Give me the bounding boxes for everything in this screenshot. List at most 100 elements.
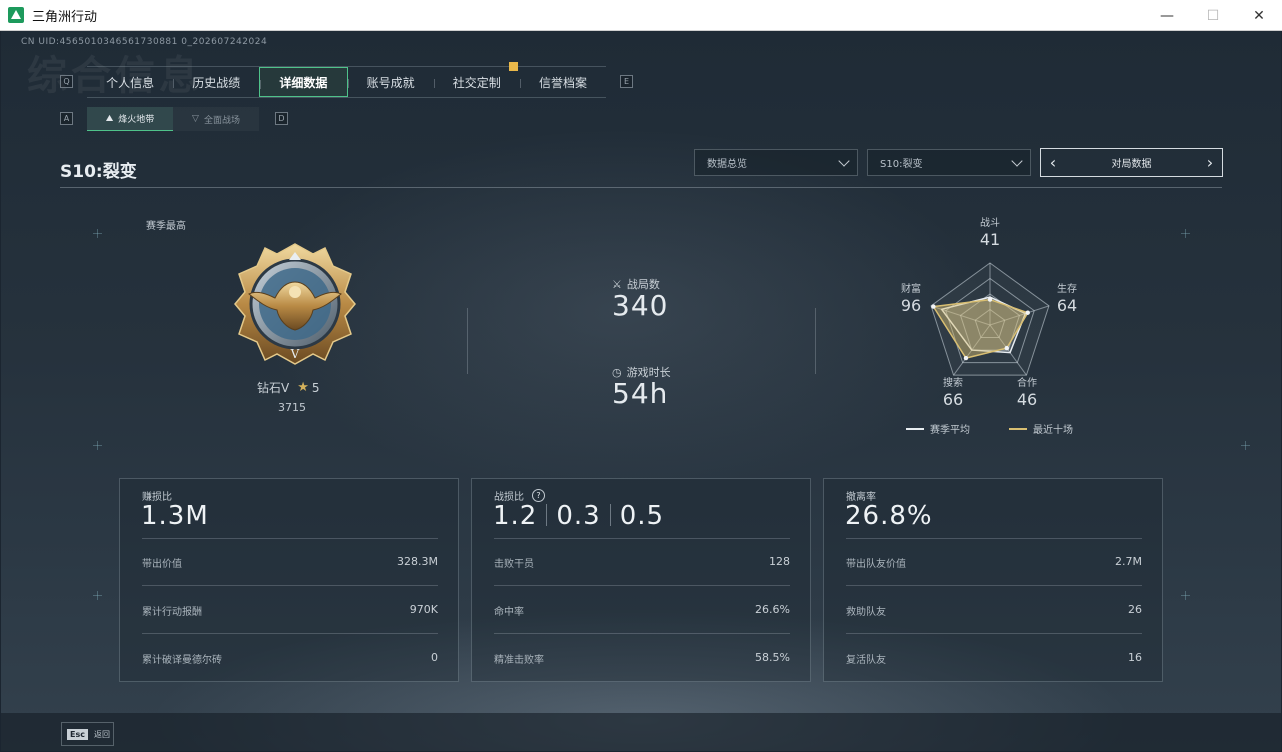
minimize-button[interactable]: — [1144, 0, 1190, 31]
kd-value-2: 0.3 [556, 501, 601, 531]
row-label: 复活队友 [846, 655, 886, 666]
season-dropdown[interactable]: S10:裂变 [867, 149, 1031, 176]
rank-tier-label: 钻石V [257, 381, 290, 395]
matches-value: 340 [612, 289, 669, 322]
footer-bar: Esc 返回 [1, 713, 1281, 751]
card-row: 救助队友 26 [846, 603, 1142, 618]
card-row: 带出价值 328.3M [142, 555, 438, 570]
tab-achievements[interactable]: 账号成就 [347, 67, 434, 97]
radar-chart: 战斗 41 生存 64 合作 46 搜索 66 财富 96 [891, 211, 1091, 431]
season-high-label: 赛季最高 [146, 221, 186, 232]
triangle-icon: ▽ [192, 114, 199, 124]
card-row: 带出队友价值 2.7M [846, 555, 1142, 570]
card-row: 累计破译曼德尔砖 0 [142, 651, 438, 666]
row-label: 精准击败率 [494, 655, 544, 666]
chevron-left-icon[interactable]: ‹ [1045, 153, 1061, 172]
app-logo-icon [8, 7, 24, 23]
radar-label-cooperation: 合作 [1017, 378, 1037, 389]
main-tabs: 个人信息 历史战绩 详细数据 账号成就 社交定制 信誉档案 [87, 62, 606, 98]
row-value: 16 [1128, 651, 1142, 664]
maximize-button[interactable]: ☐ [1190, 0, 1236, 31]
tab-match-history[interactable]: 历史战绩 [173, 67, 259, 97]
decor-cross [1181, 591, 1190, 600]
radar-point [987, 297, 993, 302]
card-divider [494, 585, 790, 586]
scope-dropdown[interactable]: 数据总览 [694, 149, 858, 176]
card-big-value: 1.3M [141, 501, 209, 531]
section-divider [467, 308, 468, 374]
card-big-value: 1.2 0.3 0.5 [493, 501, 664, 531]
rank-stars: 5 [311, 380, 320, 395]
card-divider [494, 633, 790, 634]
legend-label: 最近十场 [1033, 425, 1073, 436]
card-divider [142, 585, 438, 586]
card-row: 击败干员 128 [494, 555, 790, 570]
radar-value-wealth: 96 [900, 296, 922, 315]
playtime-value: 54h [612, 377, 669, 410]
tab-social-custom-label: 社交定制 [452, 75, 501, 90]
row-value: 128 [769, 555, 790, 568]
chevron-right-icon[interactable]: › [1202, 153, 1218, 172]
window-titlebar: 三角洲行动 — ☐ ✕ [0, 0, 1282, 31]
card-extraction-rate: 撤离率 26.8% 带出队友价值 2.7M 救助队友 26 复活队友 16 [823, 478, 1163, 682]
row-value: 58.5% [755, 651, 790, 664]
decor-cross [1241, 441, 1250, 450]
legend-recent-ten: 最近十场 [1009, 421, 1073, 436]
window-title: 三角洲行动 [32, 9, 98, 25]
season-dropdown-value: S10:裂变 [880, 159, 923, 170]
section-divider [815, 308, 816, 374]
decor-cross [93, 229, 102, 238]
row-value: 0 [431, 651, 438, 664]
subtab-extraction[interactable]: ⛰ 烽火地带 [87, 107, 173, 131]
subtab-warfare[interactable]: ▽ 全面战场 [173, 107, 259, 131]
game-viewport: 综合信息 CN UID:4565010346561730881 0_202607… [1, 31, 1281, 751]
row-value: 2.7M [1115, 555, 1142, 568]
card-big-value: 26.8% [845, 501, 933, 531]
card-divider [142, 538, 438, 539]
player-uid: CN UID:4565010346561730881 0_20260724202… [21, 37, 268, 47]
window-controls: — ☐ ✕ [1144, 0, 1282, 31]
decor-cross [93, 591, 102, 600]
tab-personal-info[interactable]: 个人信息 [87, 67, 173, 97]
radar-value-survival: 64 [1056, 296, 1078, 315]
chevron-down-icon [1011, 155, 1023, 167]
card-row: 累计行动报酬 970K [142, 603, 438, 618]
tab-reputation[interactable]: 信誉档案 [519, 67, 606, 97]
row-label: 累计破译曼德尔砖 [142, 655, 222, 666]
page-title: S10:裂变 [60, 162, 137, 182]
row-label: 带出队友价值 [846, 559, 906, 570]
header-divider [60, 187, 1222, 188]
card-divider [846, 633, 1142, 634]
row-label: 累计行动报酬 [142, 607, 202, 618]
tab-social-custom[interactable]: 社交定制 [433, 62, 520, 97]
card-divider [142, 633, 438, 634]
radar-point [1004, 345, 1009, 351]
radar-label-combat: 战斗 [980, 218, 1000, 229]
svg-text:V: V [290, 347, 300, 361]
row-value: 26.6% [755, 603, 790, 616]
tab-detailed-data[interactable]: 详细数据 [259, 67, 348, 97]
value-separator [609, 504, 611, 526]
kd-value-3: 0.5 [619, 501, 665, 531]
card-divider [846, 538, 1142, 539]
subtab-label: 烽火地带 [118, 115, 155, 125]
value-separator [546, 504, 548, 526]
radar-value-search: 66 [942, 390, 964, 409]
row-value: 26 [1128, 603, 1142, 616]
legend-season-avg: 赛季平均 [906, 421, 970, 436]
radar-point [931, 304, 936, 309]
card-row: 复活队友 16 [846, 651, 1142, 666]
data-pager: ‹ 对局数据 › [1040, 148, 1223, 177]
pager-label: 对局数据 [1111, 159, 1152, 170]
radar-label-search: 搜索 [943, 378, 963, 389]
card-row: 精准击败率 58.5% [494, 651, 790, 666]
legend-swatch [1009, 427, 1027, 430]
back-button[interactable]: Esc 返回 [61, 722, 114, 746]
legend-label: 赛季平均 [930, 425, 970, 436]
notification-badge [508, 62, 518, 71]
close-button[interactable]: ✕ [1236, 0, 1282, 31]
card-kd-ratio: 战损比 ? 1.2 0.3 0.5 击败干员 128 命中率 26.6% 精准击败率… [471, 478, 811, 682]
rank-tier: 钻石V ★ 5 [257, 379, 320, 396]
card-divider [494, 538, 790, 539]
next-subtab-key: D [275, 112, 288, 125]
